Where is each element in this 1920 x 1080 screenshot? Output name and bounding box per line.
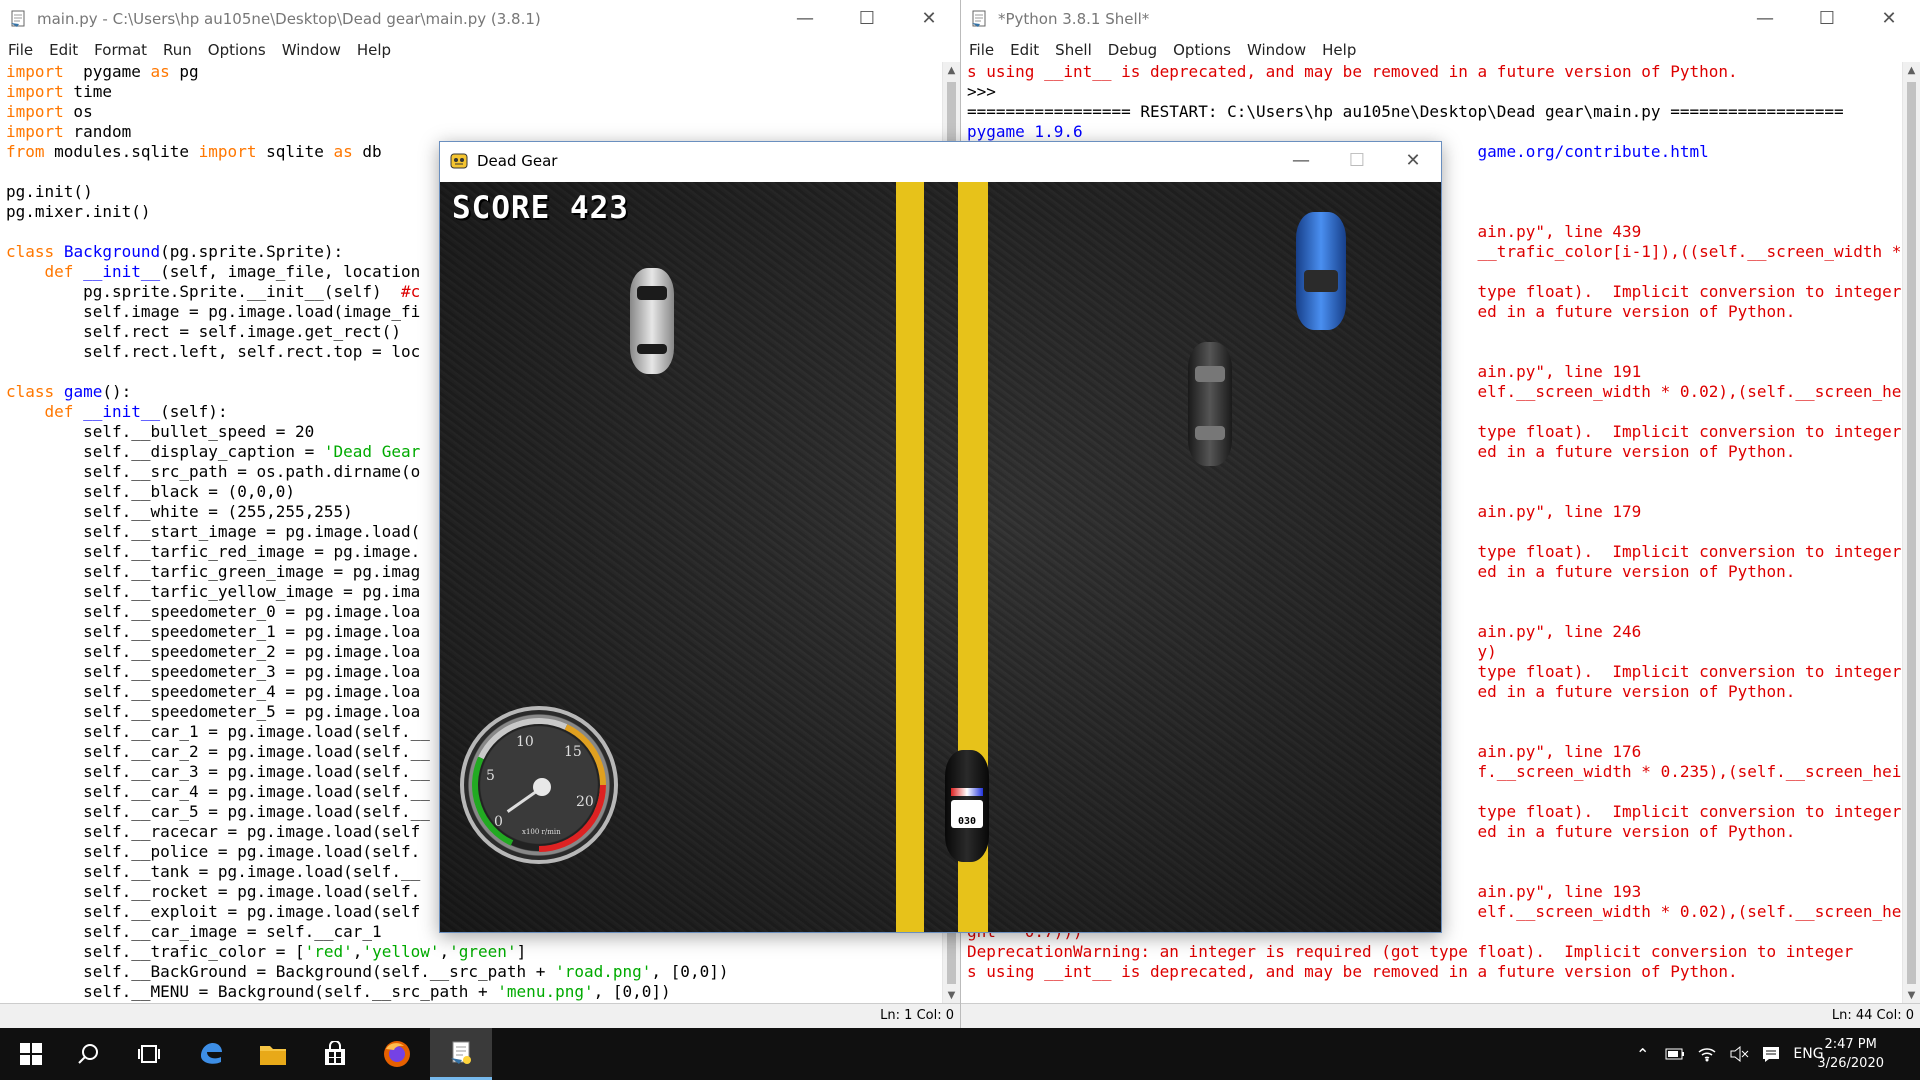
shell-statusbar: Ln: 44 Col: 0 — [961, 1003, 1920, 1028]
shell-line: DeprecationWarning: an integer is requir… — [967, 942, 1854, 961]
editor-menu-window[interactable]: Window — [274, 41, 349, 59]
editor-menu-format[interactable]: Format — [86, 41, 155, 59]
idle-app-icon — [972, 10, 986, 27]
wifi-icon[interactable] — [1697, 1046, 1717, 1062]
score-label: SCORE 423 — [452, 190, 629, 226]
minimize-button[interactable]: — — [1273, 142, 1329, 179]
python-idle-icon[interactable] — [430, 1028, 492, 1080]
game-title: Dead Gear — [477, 151, 558, 170]
game-titlebar[interactable]: Dead Gear — ☐ ✕ — [440, 142, 1441, 179]
windows-start-icon[interactable] — [0, 1028, 62, 1080]
speedometer-gauge: 0 5 10 15 20 x100 r/min — [444, 690, 634, 880]
editor-statusbar: Ln: 1 Col: 0 — [0, 1003, 960, 1028]
close-button[interactable]: ✕ — [1385, 142, 1441, 179]
road-center-line-left — [896, 182, 924, 932]
shell-menu-debug[interactable]: Debug — [1100, 41, 1165, 59]
maximize-button[interactable]: ☐ — [1329, 142, 1385, 179]
scroll-up-icon[interactable]: ▲ — [943, 62, 960, 79]
game-canvas[interactable]: SCORE 423 030 0 5 10 15 20 x100 r/min — [440, 182, 1441, 932]
taskbar: ⌃ ENG 2:47 PM 3/26/2020 — [0, 1028, 1920, 1080]
editor-title: main.py - C:\Users\hp au105ne\Desktop\De… — [37, 9, 541, 28]
editor-menubar: File Edit Format Run Options Window Help — [0, 37, 960, 62]
scroll-down-icon[interactable]: ▼ — [1903, 987, 1920, 1004]
police-car-number: 030 — [957, 816, 977, 827]
scroll-up-icon[interactable]: ▲ — [1903, 62, 1920, 79]
editor-menu-run[interactable]: Run — [155, 41, 200, 59]
editor-line: import os — [6, 102, 93, 121]
show-hidden-icons-icon[interactable]: ⌃ — [1636, 1045, 1649, 1064]
shell-menu-help[interactable]: Help — [1314, 41, 1364, 59]
shell-line: s using __int__ is deprecated, and may b… — [967, 62, 1738, 81]
shell-title: *Python 3.8.1 Shell* — [998, 9, 1150, 28]
maximize-button[interactable]: ☐ — [1796, 0, 1858, 37]
editor-line: self.__MENU = Background(self.__src_path… — [6, 982, 671, 1001]
shell-menu-shell[interactable]: Shell — [1047, 41, 1100, 59]
scroll-thumb[interactable] — [1907, 82, 1916, 984]
shell-line: pygame 1.9.6 — [967, 122, 1083, 141]
shell-menu-options[interactable]: Options — [1165, 41, 1239, 59]
speedo-tick: 0 — [494, 814, 503, 830]
editor-menu-edit[interactable]: Edit — [41, 41, 86, 59]
editor-menu-file[interactable]: File — [0, 41, 41, 59]
volume-muted-icon[interactable] — [1729, 1046, 1749, 1062]
blue-car — [1296, 212, 1346, 330]
battery-icon[interactable] — [1665, 1047, 1685, 1061]
shell-line: >>> — [967, 82, 996, 101]
shell-menu-file[interactable]: File — [961, 41, 1002, 59]
editor-line: self.__BackGround = Background(self.__sr… — [6, 962, 729, 981]
pygame-icon — [450, 153, 468, 168]
shell-scrollbar[interactable]: ▲ ▼ — [1902, 62, 1920, 1004]
editor-line: import random — [6, 122, 132, 141]
speedo-tick: 15 — [564, 744, 582, 760]
speedo-unit: x100 r/min — [522, 828, 561, 836]
editor-line: self.__trafic_color = ['red','yellow','g… — [6, 942, 527, 961]
maximize-button[interactable]: ☐ — [836, 0, 898, 37]
silver-car — [630, 268, 674, 374]
editor-line: import time — [6, 82, 112, 101]
clock-time: 2:47 PM — [1824, 1037, 1877, 1052]
task-view-icon[interactable] — [118, 1028, 180, 1080]
speedo-tick: 10 — [516, 734, 534, 750]
file-explorer-icon[interactable] — [242, 1028, 304, 1080]
police-car[interactable]: 030 — [945, 750, 989, 862]
edge-icon[interactable] — [180, 1028, 242, 1080]
firefox-icon[interactable] — [366, 1028, 428, 1080]
clock-date: 3/26/2020 — [1817, 1056, 1884, 1071]
clock[interactable]: 2:47 PM 3/26/2020 — [1817, 1035, 1884, 1073]
editor-line: import pygame as pg — [6, 62, 199, 81]
close-button[interactable]: ✕ — [1858, 0, 1920, 37]
scroll-down-icon[interactable]: ▼ — [943, 987, 960, 1004]
search-icon[interactable] — [58, 1028, 120, 1080]
editor-menu-options[interactable]: Options — [200, 41, 274, 59]
shell-line: ================= RESTART: C:\Users\hp a… — [967, 102, 1844, 121]
shell-titlebar[interactable]: *Python 3.8.1 Shell* — ☐ ✕ — [961, 0, 1920, 37]
speedo-tick: 20 — [576, 794, 594, 810]
shell-line: s using __int__ is deprecated, and may b… — [967, 962, 1738, 981]
store-icon[interactable] — [304, 1028, 366, 1080]
cursor-position: Ln: 44 Col: 0 — [1831, 1008, 1914, 1023]
close-button[interactable]: ✕ — [898, 0, 960, 37]
notifications-icon[interactable] — [1761, 1045, 1781, 1063]
black-car — [1188, 342, 1232, 466]
shell-menu-edit[interactable]: Edit — [1002, 41, 1047, 59]
idle-app-icon — [11, 10, 25, 27]
system-tray: ⌃ ENG — [1636, 1028, 1824, 1080]
shell-menubar: File Edit Shell Debug Options Window Help — [961, 37, 1920, 62]
editor-titlebar[interactable]: main.py - C:\Users\hp au105ne\Desktop\De… — [0, 0, 960, 37]
cursor-position: Ln: 1 Col: 0 — [880, 1008, 954, 1023]
minimize-button[interactable]: — — [1734, 0, 1796, 37]
shell-menu-window[interactable]: Window — [1239, 41, 1314, 59]
minimize-button[interactable]: — — [774, 0, 836, 37]
speedometer-hub — [533, 778, 551, 796]
speedo-tick: 5 — [486, 768, 495, 784]
game-window: Dead Gear — ☐ ✕ SCORE 423 030 0 5 10 15 … — [439, 141, 1442, 933]
editor-menu-help[interactable]: Help — [349, 41, 399, 59]
